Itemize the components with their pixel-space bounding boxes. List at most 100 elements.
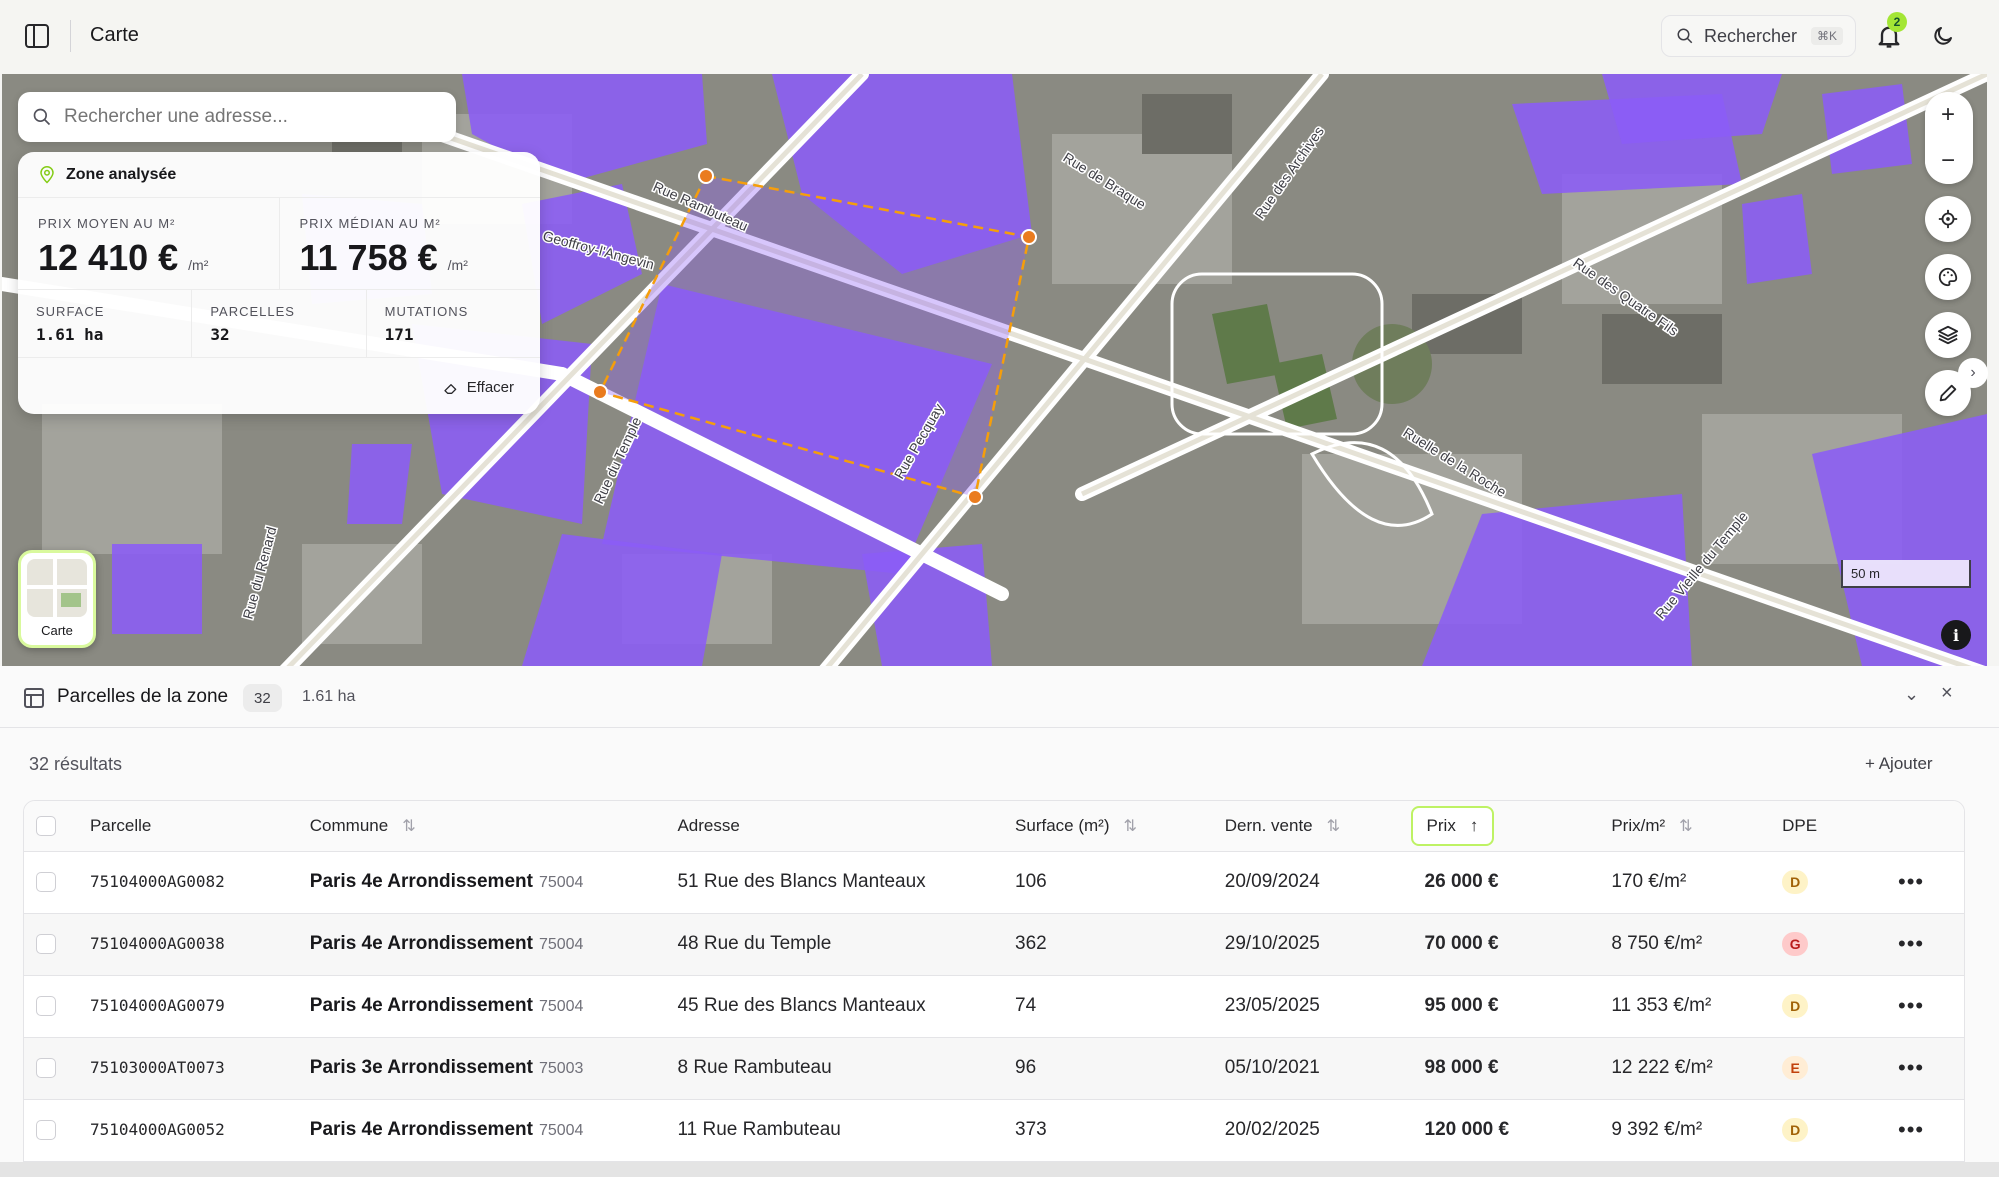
row-checkbox[interactable]: [36, 1058, 56, 1078]
panel-title: Parcelles de la zone: [57, 686, 229, 707]
mutations-stat: MUTATIONS 171: [365, 290, 540, 357]
chevron-down-icon[interactable]: ⌄: [1904, 684, 1919, 705]
col-dpe-label: DPE: [1782, 815, 1818, 835]
add-button[interactable]: + Ajouter: [1865, 754, 1933, 774]
dpe-badge: E: [1782, 1056, 1809, 1080]
zone-analysis-card: Zone analysée PRIX MOYEN AU M² 12 410 € …: [18, 152, 540, 414]
row-checkbox[interactable]: [36, 872, 56, 892]
col-adresse[interactable]: Adresse: [677, 801, 1016, 852]
col-commune[interactable]: Commune ⇅: [309, 801, 678, 852]
col-dpe[interactable]: DPE: [1782, 801, 1898, 852]
avg-price-value: 12 410 €: [38, 237, 179, 278]
zoom-in-button[interactable]: +: [1925, 92, 1971, 138]
more-options-icon[interactable]: •••: [1898, 869, 1924, 894]
more-options-icon[interactable]: •••: [1898, 1055, 1924, 1080]
scale-bar: 50 m: [1841, 560, 1971, 588]
surface: 96: [1015, 1057, 1037, 1078]
median-price-unit: /m²: [447, 257, 468, 273]
divider: [70, 20, 71, 52]
surface: 362: [1015, 933, 1047, 954]
layers-button[interactable]: [1925, 312, 1971, 358]
price-per-m2: 12 222 €/m²: [1611, 1057, 1713, 1078]
table-icon: [24, 688, 44, 708]
col-prix-m2[interactable]: Prix/m² ⇅: [1611, 801, 1783, 852]
dpe-badge: D: [1782, 870, 1809, 894]
avg-price-stat: PRIX MOYEN AU M² 12 410 € /m²: [18, 198, 279, 289]
add-label: Ajouter: [1878, 754, 1933, 773]
parcelles-stat: PARCELLES 32: [191, 290, 365, 357]
commune-name: Paris 4e Arrondissement: [309, 933, 533, 954]
more-options-icon[interactable]: •••: [1898, 1117, 1924, 1142]
zoom-out-button[interactable]: −: [1925, 138, 1971, 184]
parcel-id: 75103000AT0073: [89, 1058, 225, 1077]
commune-name: Paris 4e Arrondissement: [309, 871, 533, 892]
eraser-icon: [444, 383, 457, 394]
table-row[interactable]: 75104000AG0079 Paris 4e Arrondissement 750…: [24, 975, 1964, 1038]
select-all-checkbox[interactable]: [36, 815, 56, 836]
sort-icon[interactable]: ⇅: [1124, 818, 1137, 835]
close-icon[interactable]: ×: [1941, 682, 1953, 705]
col-adresse-label: Adresse: [677, 815, 740, 835]
commune-name: Paris 4e Arrondissement: [309, 995, 533, 1016]
map-pin-icon: [40, 165, 54, 184]
table-row[interactable]: 75104000AG0082 Paris 4e Arrondissement 750…: [24, 851, 1964, 914]
parcel-count-badge: 32: [243, 684, 282, 712]
clear-zone-button[interactable]: Effacer: [443, 379, 514, 396]
basemap-thumbnail: [27, 559, 87, 617]
sort-icon[interactable]: ⇅: [1679, 818, 1692, 835]
sale-date: 05/10/2021: [1224, 1057, 1320, 1078]
median-price-value: 11 758 €: [299, 237, 438, 278]
basemap-label: Carte: [41, 623, 73, 638]
col-prix-m2-label: Prix/m²: [1611, 815, 1666, 835]
sort-icon[interactable]: ⇅: [1327, 818, 1340, 835]
search-label: Rechercher: [1704, 25, 1798, 46]
basemap-switcher[interactable]: Carte: [18, 550, 96, 648]
col-parcelle[interactable]: Parcelle: [89, 801, 310, 852]
info-icon[interactable]: i: [1941, 620, 1971, 650]
surface-value: 1.61 ha: [36, 325, 104, 344]
zone-card-title: Zone analysée: [66, 165, 177, 183]
price-per-m2: 170 €/m²: [1611, 871, 1687, 892]
col-prix[interactable]: Prix ↑: [1410, 801, 1612, 852]
address: 8 Rue Rambuteau: [677, 1057, 832, 1078]
surface: 373: [1015, 1119, 1047, 1140]
surface-stat: SURFACE 1.61 ha: [18, 290, 191, 357]
notification-badge: 2: [1887, 12, 1907, 32]
palette-icon: [1938, 267, 1958, 287]
chevron-right-icon[interactable]: ›: [1958, 358, 1988, 388]
dpe-badge: G: [1782, 932, 1809, 956]
parcel-id: 75104000AG0038: [89, 934, 225, 953]
dpe-badge: D: [1782, 994, 1809, 1018]
price-per-m2: 9 392 €/m²: [1611, 1119, 1703, 1140]
moon-icon[interactable]: [1931, 24, 1955, 48]
table-row[interactable]: 75103000AT0073 Paris 3e Arrondissement 750…: [24, 1037, 1964, 1100]
address: 48 Rue du Temple: [677, 933, 832, 954]
sort-icon[interactable]: ⇅: [402, 818, 415, 835]
table-row[interactable]: 75104000AG0038 Paris 4e Arrondissement 750…: [24, 913, 1964, 976]
mutations-label: MUTATIONS: [384, 304, 469, 319]
sale-date: 29/10/2025: [1224, 933, 1320, 954]
col-surface[interactable]: Surface (m²) ⇅: [1015, 801, 1225, 852]
row-checkbox[interactable]: [36, 996, 56, 1016]
row-checkbox[interactable]: [36, 1120, 56, 1140]
row-checkbox[interactable]: [36, 934, 56, 954]
search-icon: [1677, 28, 1693, 44]
global-search-button[interactable]: Rechercher ⌘K: [1661, 15, 1856, 57]
address-search[interactable]: [18, 92, 456, 142]
more-options-icon[interactable]: •••: [1898, 931, 1924, 956]
locate-button[interactable]: [1925, 196, 1971, 242]
crosshair-icon: [1938, 209, 1958, 229]
col-vente[interactable]: Dern. vente ⇅: [1224, 801, 1425, 852]
address-search-input[interactable]: [64, 106, 444, 128]
more-options-icon[interactable]: •••: [1898, 993, 1924, 1018]
results-count: 32 résultats: [29, 754, 123, 774]
col-surface-label: Surface (m²): [1015, 815, 1110, 835]
parcels-table: Parcelle Commune ⇅ Adresse Surface (m²) ⇅ …: [23, 800, 1965, 1177]
table-row[interactable]: 75104000AG0052 Paris 4e Arrondissement 750…: [24, 1099, 1964, 1162]
style-button[interactable]: [1925, 254, 1971, 300]
avg-price-unit: /m²: [188, 257, 209, 273]
prix-sort-active[interactable]: Prix ↑: [1410, 805, 1495, 846]
pencil-icon: [1939, 384, 1957, 402]
sidebar-toggle-icon[interactable]: [25, 24, 49, 48]
postal-code: 75004: [538, 936, 584, 953]
